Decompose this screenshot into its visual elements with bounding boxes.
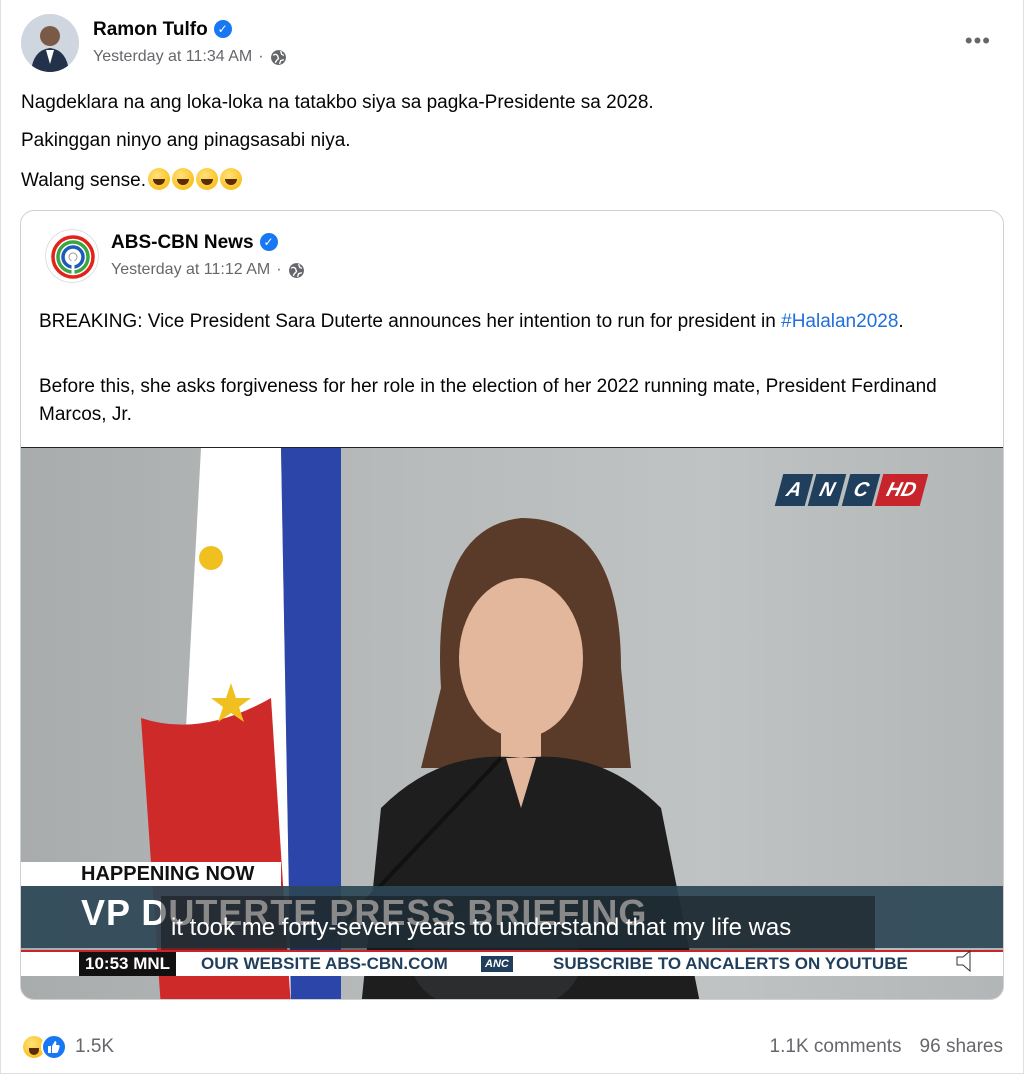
- mute-icon[interactable]: [951, 946, 991, 976]
- more-options-icon[interactable]: •••: [965, 28, 991, 54]
- facebook-post: Ramon Tulfo ✓ Yesterday at 11:34 AM · •••…: [0, 0, 1024, 1074]
- globe-icon[interactable]: [270, 49, 287, 66]
- hashtag-link[interactable]: #Halalan2028: [781, 311, 898, 332]
- author-photo: [21, 14, 79, 72]
- grinning-emoji-icon: [219, 168, 242, 190]
- happening-now-label: HAPPENING NOW: [21, 862, 281, 886]
- author-name[interactable]: Ramon Tulfo ✓: [93, 19, 232, 41]
- grinning-squinting-emoji-icon: [195, 168, 218, 190]
- video-caption: it took me forty-seven years to understa…: [171, 914, 792, 941]
- rolling-laughing-emoji-icon: [147, 168, 170, 190]
- source-name-text[interactable]: ABS-CBN News: [111, 232, 254, 253]
- abs-cbn-logo-icon[interactable]: [45, 229, 99, 283]
- author-name-text[interactable]: Ramon Tulfo: [93, 19, 208, 40]
- clock-time: 10:53: [85, 954, 129, 973]
- ticker-clock: 10:53 MNL: [79, 952, 177, 976]
- shared-paragraph-1: BREAKING: Vice President Sara Duterte an…: [39, 308, 989, 336]
- shared-paragraph-2: Before this, she asks forgiveness for he…: [39, 376, 937, 425]
- logo-letter-n: N: [808, 474, 848, 506]
- source-name[interactable]: ABS-CBN News ✓: [111, 232, 278, 254]
- globe-icon[interactable]: [288, 262, 305, 279]
- meta-separator: ·: [258, 48, 264, 65]
- source-timestamp[interactable]: Yesterday at 11:12 AM: [111, 261, 270, 279]
- post-text-line-1: Nagdeklara na ang loka-loka na tatakbo s…: [21, 92, 654, 113]
- post-header: Ramon Tulfo ✓ Yesterday at 11:34 AM · •••: [21, 14, 1003, 76]
- post-text-line-2: Pakinggan ninyo ang pinagsasabi niya.: [21, 130, 351, 151]
- reactions-summary[interactable]: 1.5K: [21, 1034, 114, 1060]
- abs-cbn-logo-graphic: [51, 235, 95, 279]
- reaction-count[interactable]: 1.5K: [75, 1036, 114, 1058]
- post-meta: Yesterday at 11:34 AM ·: [93, 48, 287, 66]
- tears-of-joy-emoji-icon: [171, 168, 194, 190]
- emoji-group: [147, 168, 242, 190]
- video-player[interactable]: A N C HD HAPPENING NOW VP DUTERTE PRESS …: [21, 447, 1003, 999]
- thumbs-up-icon: [48, 1041, 60, 1053]
- shares-count[interactable]: 96 shares: [920, 1036, 1003, 1058]
- verified-badge-icon: ✓: [213, 20, 232, 38]
- post-text-line-3: Walang sense.: [21, 168, 242, 193]
- clock-zone: MNL: [133, 954, 171, 973]
- shared-paragraph-1-end: .: [898, 311, 904, 332]
- post-timestamp[interactable]: Yesterday at 11:34 AM: [93, 48, 252, 66]
- comments-count[interactable]: 1.1K comments: [770, 1036, 902, 1058]
- source-meta: Yesterday at 11:12 AM ·: [111, 261, 305, 279]
- meta-separator: ·: [276, 261, 282, 278]
- ticker-left-text: OUR WEBSITE ABS-CBN.COM: [201, 954, 448, 973]
- like-reaction-icon: [41, 1034, 67, 1060]
- ticker-right-text: SUBSCRIBE TO ANCALERTS ON YOUTUBE: [553, 954, 908, 973]
- verified-badge-icon: ✓: [259, 233, 278, 251]
- logo-hd: HD: [875, 474, 929, 506]
- shared-paragraph-1-text: BREAKING: Vice President Sara Duterte an…: [39, 311, 776, 332]
- ticker-anc-logo: ANC: [481, 956, 513, 972]
- post-text-line-3-text: Walang sense.: [21, 170, 146, 191]
- shared-post-card[interactable]: ABS-CBN News ✓ Yesterday at 11:12 AM · BR…: [20, 210, 1004, 1000]
- news-ticker: 10:53 MNL OUR WEBSITE ABS-CBN.COM ANC SU…: [21, 950, 1003, 976]
- author-avatar[interactable]: [21, 14, 79, 72]
- anc-hd-logo: A N C HD: [774, 474, 929, 506]
- post-footer: 1.5K 1.1K comments 96 shares: [21, 1030, 1003, 1064]
- engagement-counts: 1.1K comments 96 shares: [770, 1036, 1003, 1058]
